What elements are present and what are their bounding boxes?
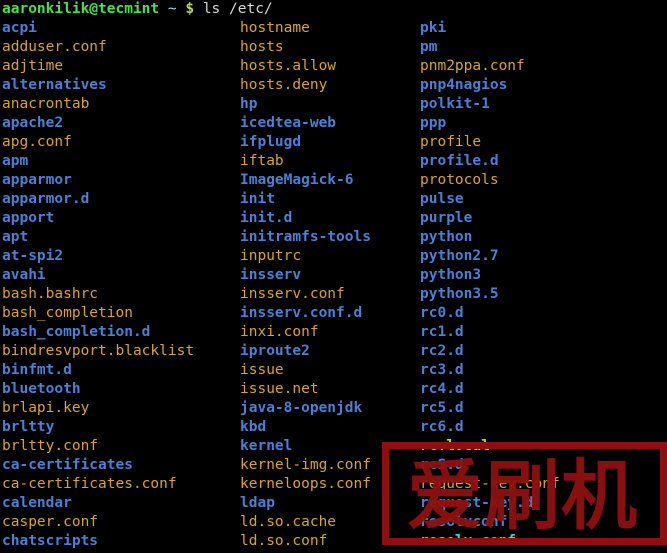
prompt-symbol: $ bbox=[185, 1, 195, 17]
listing-entry: request-key.d bbox=[420, 495, 534, 511]
listing-entry: casper.conf bbox=[2, 514, 99, 530]
listing-entry: ca-certificates bbox=[2, 457, 133, 473]
listing-entry: at-spi2 bbox=[2, 248, 64, 264]
listing-entry: ld.so.cache bbox=[240, 514, 337, 530]
listing-entry: polkit-1 bbox=[420, 96, 490, 112]
listing-entry: hosts.deny bbox=[240, 77, 328, 93]
listing-entry: ppp bbox=[420, 115, 447, 131]
prompt-user-host: aaronkilik@tecmint bbox=[2, 1, 160, 17]
listing-entry: insserv bbox=[240, 267, 302, 283]
prompt-space-1 bbox=[159, 1, 168, 17]
listing-entry: ImageMagick-6 bbox=[240, 172, 354, 188]
listing-column-2: hostname hosts hosts.allow hosts.deny hp iced… bbox=[240, 19, 420, 551]
listing-entry: insserv.conf.d bbox=[240, 305, 363, 321]
listing-entry: java-8-openjdk bbox=[240, 400, 363, 416]
listing-entry: pnp4nagios bbox=[420, 77, 508, 93]
listing-entry: ld.so.conf bbox=[240, 533, 328, 549]
listing-entry: chatscripts bbox=[2, 533, 99, 549]
listing-entry: protocols bbox=[420, 172, 499, 188]
listing-entry: adduser.conf bbox=[2, 39, 107, 55]
listing-entry: avahi bbox=[2, 267, 46, 283]
listing-entry: pm bbox=[420, 39, 438, 55]
listing-entry: rc1.d bbox=[420, 324, 464, 340]
listing-entry: issue bbox=[240, 362, 284, 378]
listing-entry: python3 bbox=[420, 267, 482, 283]
listing-entry: bash_completion.d bbox=[2, 324, 151, 340]
listing-entry: kernel-img.conf bbox=[240, 457, 371, 473]
listing-entry: rc3.d bbox=[420, 362, 464, 378]
listing-entry: python2.7 bbox=[420, 248, 499, 264]
listing-entry: pulse bbox=[420, 191, 464, 207]
listing-entry: kerneloops.conf bbox=[240, 476, 371, 492]
listing-entry: ldap bbox=[240, 495, 275, 511]
listing-entry: adjtime bbox=[2, 58, 64, 74]
listing-entry: acpi bbox=[2, 20, 37, 36]
listing-entry: apm bbox=[2, 153, 29, 169]
listing-entry: rcS.d bbox=[420, 457, 464, 473]
listing-entry: alternatives bbox=[2, 77, 107, 93]
listing-entry: brltty.conf bbox=[2, 438, 99, 454]
listing-entry: request-key.conf bbox=[420, 476, 560, 492]
listing-entry: kernel bbox=[240, 438, 293, 454]
listing-entry: iftab bbox=[240, 153, 284, 169]
listing-entry: init.d bbox=[240, 210, 293, 226]
listing-entry: ca-certificates.conf bbox=[2, 476, 177, 492]
listing-entry: hosts.allow bbox=[240, 58, 337, 74]
listing-entry: anacrontab bbox=[2, 96, 90, 112]
listing-entry: inputrc bbox=[240, 248, 302, 264]
listing-entry: insserv.conf bbox=[240, 286, 345, 302]
listing-entry: hostname bbox=[240, 20, 310, 36]
listing-entry: issue.net bbox=[240, 381, 319, 397]
listing-entry: initramfs-tools bbox=[240, 229, 371, 245]
listing-entry: pki bbox=[420, 20, 447, 36]
listing-entry: ifplugd bbox=[240, 134, 302, 150]
listing-entry: rc6.d bbox=[420, 419, 464, 435]
listing-entry: calendar bbox=[2, 495, 72, 511]
listing-column-3: pki pm pnm2ppa.conf pnp4nagios polkit-1 ppp pr… bbox=[420, 19, 667, 551]
listing-entry: bash.bashrc bbox=[2, 286, 99, 302]
listing-entry: bindresvport.blacklist bbox=[2, 343, 195, 359]
listing-entry: apport bbox=[2, 210, 55, 226]
listing-entry: rc2.d bbox=[420, 343, 464, 359]
listing-column-1: acpi adduser.conf adjtime alternatives anacr… bbox=[2, 19, 240, 551]
listing-entry: bash_completion bbox=[2, 305, 133, 321]
listing-entry: python bbox=[420, 229, 473, 245]
prompt-path: ~ bbox=[167, 1, 177, 17]
listing-entry: kbd bbox=[240, 419, 267, 435]
command-text: ls /etc/ bbox=[202, 1, 273, 17]
listing-entry: iproute2 bbox=[240, 343, 310, 359]
listing-entry: apg.conf bbox=[2, 134, 72, 150]
listing-entry: hosts bbox=[240, 39, 284, 55]
listing-entry: python3.5 bbox=[420, 286, 499, 302]
listing-entry: rc4.d bbox=[420, 381, 464, 397]
shell-prompt-line: aaronkilik@tecmint ~ $ ls /etc/ bbox=[2, 0, 273, 19]
listing-entry: resolv.conf bbox=[420, 533, 517, 549]
listing-entry: apparmor bbox=[2, 172, 72, 188]
listing-entry: brlapi.key bbox=[2, 400, 90, 416]
listing-entry: profile bbox=[420, 134, 482, 150]
listing-entry: profile.d bbox=[420, 153, 499, 169]
listing-entry: brltty bbox=[2, 419, 55, 435]
listing-entry: inxi.conf bbox=[240, 324, 319, 340]
listing-entry: pnm2ppa.conf bbox=[420, 58, 525, 74]
listing-entry: rc0.d bbox=[420, 305, 464, 321]
listing-entry: resolvconf bbox=[420, 514, 508, 530]
listing-entry: icedtea-web bbox=[240, 115, 337, 131]
listing-entry: bluetooth bbox=[2, 381, 81, 397]
listing-entry: apache2 bbox=[2, 115, 64, 131]
listing-entry: binfmt.d bbox=[2, 362, 72, 378]
listing-entry: rc5.d bbox=[420, 400, 464, 416]
listing-entry: hp bbox=[240, 96, 258, 112]
terminal-window[interactable]: aaronkilik@tecmint ~ $ ls /etc/ acpi addu… bbox=[0, 0, 667, 553]
listing-entry: rc.local bbox=[420, 438, 490, 454]
listing-entry: init bbox=[240, 191, 275, 207]
listing-entry: purple bbox=[420, 210, 473, 226]
prompt-space-3 bbox=[194, 1, 203, 17]
listing-entry: apparmor.d bbox=[2, 191, 90, 207]
listing-entry: apt bbox=[2, 229, 29, 245]
